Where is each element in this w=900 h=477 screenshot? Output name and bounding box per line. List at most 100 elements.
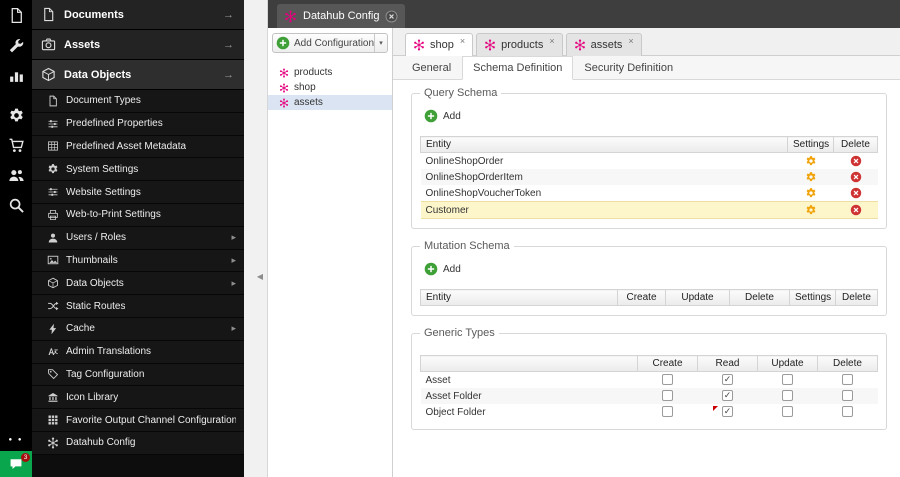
grid-column-header[interactable]: Settings <box>788 137 834 153</box>
sidebar-item-system-settings[interactable]: System Settings <box>32 158 244 181</box>
update-checkbox[interactable] <box>782 406 793 417</box>
query-entity-row[interactable]: OnlineShopOrderItem <box>421 169 878 185</box>
settings-gear-icon[interactable] <box>805 155 817 167</box>
top-tab-label: Datahub Config <box>303 10 379 22</box>
add-configuration-button[interactable]: Add Configuration ▾ <box>272 33 388 53</box>
sidebar-item-datahub-config[interactable]: Datahub Config <box>32 432 244 455</box>
delete-icon[interactable] <box>850 171 862 183</box>
nav-doc-button[interactable] <box>0 0 32 30</box>
users-icon <box>8 167 25 184</box>
sidebar-item-icon-library[interactable]: Icon Library <box>32 386 244 409</box>
close-tab-icon[interactable] <box>385 10 398 23</box>
sidebar-item-document-types[interactable]: Document Types <box>32 90 244 113</box>
grid-header-row: EntityCreateUpdateDeleteSettingsDelete <box>421 290 878 306</box>
sidebar-item-users-roles[interactable]: Users / Roles▸ <box>32 227 244 250</box>
tab-close-icon[interactable]: × <box>460 36 465 46</box>
tab-products[interactable]: products× <box>476 33 562 56</box>
doc-icon <box>41 7 56 22</box>
sidebar-item-cache[interactable]: Cache▸ <box>32 318 244 341</box>
sidebar-item-favorite-output-channel-configurations[interactable]: Favorite Output Channel Configurations <box>32 409 244 432</box>
sidebar-section-data-objects[interactable]: Data Objects→ <box>32 60 244 90</box>
read-checkbox[interactable]: ✓ <box>722 406 733 417</box>
sidebar-item-predefined-properties[interactable]: Predefined Properties <box>32 113 244 136</box>
query-entity-row[interactable]: OnlineShopVoucherToken <box>421 185 878 202</box>
config-item-assets[interactable]: assets <box>268 95 392 110</box>
sidebar-item-web-to-print-settings[interactable]: Web-to-Print Settings <box>32 204 244 227</box>
config-item-products[interactable]: products <box>268 65 392 80</box>
delete-checkbox[interactable] <box>842 390 853 401</box>
generic-type-row[interactable]: Asset✓ <box>421 372 878 389</box>
grid-column-header[interactable]: Delete <box>730 290 790 306</box>
grid-column-header[interactable]: Read <box>698 356 758 372</box>
tab-close-icon[interactable]: × <box>628 36 633 46</box>
chevron-right-icon: ▸ <box>231 278 236 289</box>
grid-column-header[interactable]: Delete <box>834 137 878 153</box>
delete-icon[interactable] <box>850 204 862 216</box>
sidebar-item-tag-configuration[interactable]: Tag Configuration <box>32 364 244 387</box>
grid-column-header[interactable]: Update <box>758 356 818 372</box>
delete-icon[interactable] <box>850 187 862 199</box>
top-tab-datahub-config[interactable]: Datahub Config <box>277 4 405 28</box>
query-entity-row[interactable]: OnlineShopOrder <box>421 153 878 170</box>
settings-gear-icon[interactable] <box>805 204 817 216</box>
nav-wrench-button[interactable] <box>0 30 32 60</box>
delete-icon[interactable] <box>850 155 862 167</box>
update-checkbox[interactable] <box>782 374 793 385</box>
sidebar-section-documents[interactable]: Documents→ <box>32 0 244 30</box>
grid-column-header[interactable]: Create <box>638 356 698 372</box>
feedback-chat-button[interactable]: 3 <box>0 451 32 477</box>
chevron-right-icon: ▸ <box>231 323 236 334</box>
grid-column-header[interactable]: Create <box>618 290 666 306</box>
generic-type-row[interactable]: Asset Folder✓ <box>421 388 878 404</box>
collapse-arrow-icon[interactable]: ◀ <box>257 272 263 281</box>
delete-cell <box>818 372 878 389</box>
sidebar-item-thumbnails[interactable]: Thumbnails▸ <box>32 250 244 273</box>
nav-chart-button[interactable] <box>0 60 32 90</box>
sliders-icon <box>47 186 59 198</box>
grid-column-header[interactable]: Entity <box>421 137 788 153</box>
settings-gear-icon[interactable] <box>805 171 817 183</box>
grid-column-header[interactable]: Settings <box>790 290 836 306</box>
grid-column-header[interactable]: Update <box>666 290 730 306</box>
update-checkbox[interactable] <box>782 390 793 401</box>
grid-column-header[interactable] <box>421 356 638 372</box>
subtab-security-definition[interactable]: Security Definition <box>573 56 684 80</box>
sidebar-item-predefined-asset-metadata[interactable]: Predefined Asset Metadata <box>32 136 244 159</box>
sidebar-item-admin-translations[interactable]: Admin Translations <box>32 341 244 364</box>
nav-search-button[interactable] <box>0 190 32 220</box>
tab-shop[interactable]: shop× <box>405 33 473 56</box>
delete-checkbox[interactable] <box>842 374 853 385</box>
tab-close-icon[interactable]: × <box>549 36 554 46</box>
sidebar-item-website-settings[interactable]: Website Settings <box>32 181 244 204</box>
nav-gear-button[interactable] <box>0 100 32 130</box>
mutation-schema-add-button[interactable]: Add <box>420 260 465 278</box>
nav-cart-button[interactable] <box>0 130 32 160</box>
read-checkbox[interactable]: ✓ <box>722 390 733 401</box>
more-dots-icon[interactable]: ● ● <box>9 437 24 443</box>
create-checkbox[interactable] <box>662 390 673 401</box>
meta-icon <box>47 140 59 152</box>
config-item-shop[interactable]: shop <box>268 80 392 95</box>
image-icon <box>47 254 59 266</box>
sidebar-item-data-objects[interactable]: Data Objects▸ <box>32 272 244 295</box>
subtab-general[interactable]: General <box>401 56 462 80</box>
query-schema-add-button[interactable]: Add <box>420 107 465 125</box>
grid-column-header[interactable]: Delete <box>818 356 878 372</box>
create-checkbox[interactable] <box>662 374 673 385</box>
generic-type-row[interactable]: Object Folder✓ <box>421 404 878 420</box>
nav-users-button[interactable] <box>0 160 32 190</box>
sidebar-section-assets[interactable]: Assets→ <box>32 30 244 60</box>
add-configuration-caret-icon[interactable]: ▾ <box>374 34 387 52</box>
settings-cell <box>788 169 834 185</box>
delete-checkbox[interactable] <box>842 406 853 417</box>
subtab-schema-definition[interactable]: Schema Definition <box>462 56 573 80</box>
panel-splitter[interactable]: ◀ <box>244 0 268 477</box>
tab-assets[interactable]: assets× <box>566 33 642 56</box>
query-entity-row[interactable]: Customer <box>421 202 878 219</box>
settings-gear-icon[interactable] <box>805 187 817 199</box>
create-checkbox[interactable] <box>662 406 673 417</box>
sidebar-item-static-routes[interactable]: Static Routes <box>32 295 244 318</box>
grid-column-header[interactable]: Delete <box>836 290 878 306</box>
read-checkbox[interactable]: ✓ <box>722 374 733 385</box>
grid-column-header[interactable]: Entity <box>421 290 618 306</box>
